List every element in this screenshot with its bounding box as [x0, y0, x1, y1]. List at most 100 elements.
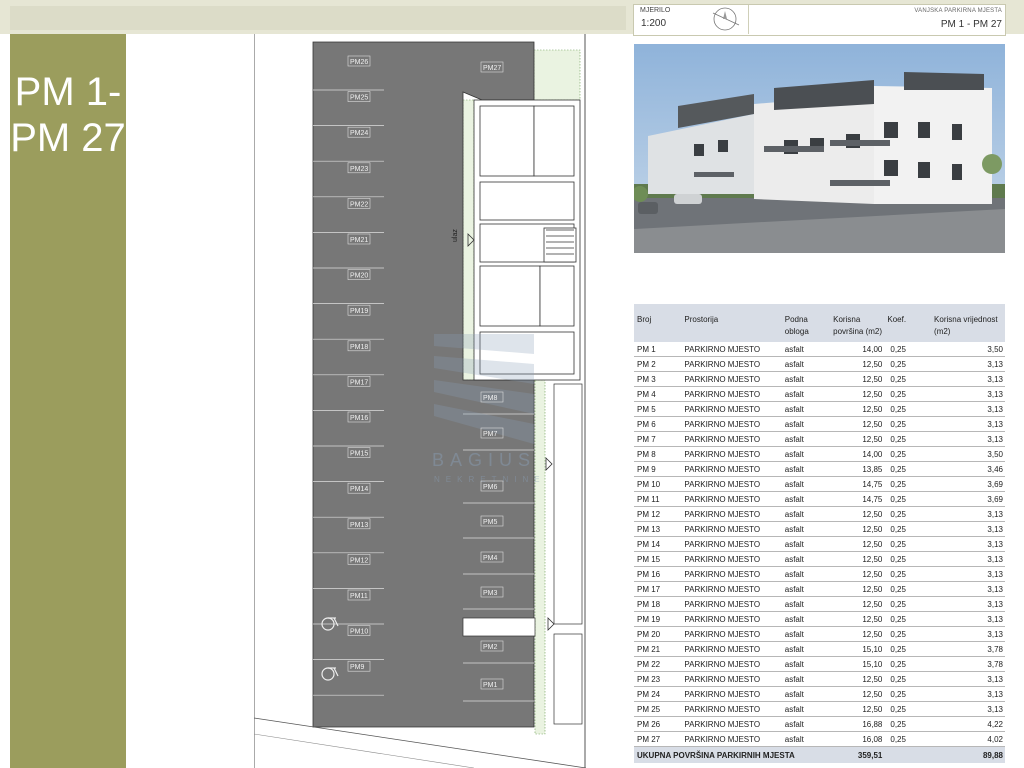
- table-row: PM 22 PARKIRNO MJESTO asfalt 15,10 0,25 3,78: [634, 656, 1005, 672]
- cell-korisna-povrsina: 16,08: [830, 731, 885, 747]
- cell-podna-obloga: asfalt: [781, 566, 831, 582]
- cell-prostorija: PARKIRNO MJESTO: [681, 476, 782, 492]
- cell-prostorija: PARKIRNO MJESTO: [681, 401, 782, 417]
- cell-broj: PM 7: [634, 431, 682, 447]
- cell-podna-obloga: asfalt: [781, 446, 831, 462]
- building-render-image: [634, 44, 1005, 253]
- stall-label: PM18: [350, 344, 368, 351]
- cell-prostorija: PARKIRNO MJESTO: [681, 371, 782, 387]
- cell-podna-obloga: asfalt: [781, 491, 831, 507]
- cell-koef: 0,25: [884, 371, 932, 387]
- cell-broj: PM 15: [634, 551, 682, 567]
- cell-podna-obloga: asfalt: [781, 581, 831, 597]
- cell-korisna-vrijednost: 3,69: [931, 476, 1005, 492]
- cell-broj: PM 3: [634, 371, 682, 387]
- cell-koef: 0,25: [884, 431, 932, 447]
- cell-broj: PM 16: [634, 566, 682, 582]
- table-row: PM 11 PARKIRNO MJESTO asfalt 14,75 0,25 3,69: [634, 491, 1005, 507]
- table-row: PM 14 PARKIRNO MJESTO asfalt 12,50 0,25 3,13: [634, 536, 1005, 552]
- site-plan: BAGIUS NEKRETNINE ulaz PM26 PM25 PM24 PM23 P…: [254, 34, 586, 768]
- cell-koef: 0,25: [884, 416, 932, 432]
- cell-prostorija: PARKIRNO MJESTO: [681, 731, 782, 747]
- cell-korisna-vrijednost: 3,13: [931, 521, 1005, 537]
- stall-label: PM22: [350, 201, 368, 208]
- cell-korisna-povrsina: 12,50: [830, 536, 885, 552]
- cell-korisna-povrsina: 12,50: [830, 431, 885, 447]
- cell-koef: 0,25: [884, 342, 932, 357]
- table-row: PM 10 PARKIRNO MJESTO asfalt 14,75 0,25 3,69: [634, 476, 1005, 492]
- cell-korisna-vrijednost: 4,22: [931, 716, 1005, 732]
- cell-podna-obloga: asfalt: [781, 461, 831, 477]
- table-row: PM 3 PARKIRNO MJESTO asfalt 12,50 0,25 3,13: [634, 371, 1005, 387]
- table-row: PM 16 PARKIRNO MJESTO asfalt 12,50 0,25 3,13: [634, 566, 1005, 582]
- cell-korisna-povrsina: 12,50: [830, 566, 885, 582]
- cell-koef: 0,25: [884, 731, 932, 747]
- cell-broj: PM 19: [634, 611, 682, 627]
- cell-broj: PM 22: [634, 656, 682, 672]
- cell-koef: 0,25: [884, 671, 932, 687]
- stall-label: PM4: [483, 555, 498, 562]
- table-row: PM 21 PARKIRNO MJESTO asfalt 15,10 0,25 3,78: [634, 641, 1005, 657]
- cell-podna-obloga: asfalt: [781, 551, 831, 567]
- sheet-value: PM 1 - PM 27: [940, 19, 1002, 30]
- col-header-korisna-vrijednost: Korisna vrijednost (m2): [931, 304, 1005, 342]
- side-banner: PM 1- PM 27: [10, 34, 126, 768]
- cell-korisna-vrijednost: 3,13: [931, 626, 1005, 642]
- cell-korisna-povrsina: 15,10: [830, 641, 885, 657]
- cell-prostorija: PARKIRNO MJESTO: [681, 701, 782, 717]
- cell-korisna-vrijednost: 3,13: [931, 416, 1005, 432]
- cell-broj: PM 25: [634, 701, 682, 717]
- cell-koef: 0,25: [884, 596, 932, 612]
- cell-korisna-povrsina: 14,75: [830, 491, 885, 507]
- cell-podna-obloga: asfalt: [781, 521, 831, 537]
- cell-broj: PM 21: [634, 641, 682, 657]
- cell-koef: 0,25: [884, 701, 932, 717]
- cell-korisna-vrijednost: 3,13: [931, 581, 1005, 597]
- cell-korisna-povrsina: 16,88: [830, 716, 885, 732]
- cell-prostorija: PARKIRNO MJESTO: [681, 536, 782, 552]
- site-plan-drawing: BAGIUS NEKRETNINE ulaz PM26 PM25 PM24 PM23 P…: [254, 34, 586, 768]
- cell-podna-obloga: asfalt: [781, 386, 831, 402]
- table-row: PM 25 PARKIRNO MJESTO asfalt 12,50 0,25 3,13: [634, 701, 1005, 717]
- cell-korisna-vrijednost: 3,13: [931, 431, 1005, 447]
- stall-label: PM1: [483, 682, 498, 689]
- cell-broj: PM 14: [634, 536, 682, 552]
- cell-podna-obloga: asfalt: [781, 371, 831, 387]
- side-banner-title: PM 1- PM 27: [10, 69, 126, 161]
- cell-broj: PM 23: [634, 671, 682, 687]
- cell-korisna-vrijednost: 3,50: [931, 446, 1005, 462]
- cell-korisna-povrsina: 12,50: [830, 626, 885, 642]
- hedge-strip: [533, 49, 581, 101]
- cell-podna-obloga: asfalt: [781, 656, 831, 672]
- cell-koef: 0,25: [884, 476, 932, 492]
- cell-koef: 0,25: [884, 611, 932, 627]
- cell-korisna-povrsina: 12,50: [830, 416, 885, 432]
- cell-korisna-vrijednost: 3,13: [931, 566, 1005, 582]
- cell-korisna-povrsina: 13,85: [830, 461, 885, 477]
- stall-label: PM5: [483, 519, 498, 526]
- sheet-label: VANJSKA PARKIRNA MJESTA: [914, 8, 1002, 14]
- table-row: PM 4 PARKIRNO MJESTO asfalt 12,50 0,25 3,13: [634, 386, 1005, 402]
- table-row: PM 6 PARKIRNO MJESTO asfalt 12,50 0,25 3,13: [634, 416, 1005, 432]
- stall-label: PM12: [350, 557, 368, 564]
- total-value: 89,88: [931, 746, 1005, 763]
- cell-korisna-povrsina: 14,75: [830, 476, 885, 492]
- hedge-strip: [534, 379, 546, 735]
- cell-broj: PM 27: [634, 731, 682, 747]
- total-spacer: [884, 746, 932, 763]
- cell-broj: PM 17: [634, 581, 682, 597]
- cell-koef: 0,25: [884, 551, 932, 567]
- cell-podna-obloga: asfalt: [781, 342, 831, 357]
- cell-korisna-vrijednost: 3,13: [931, 596, 1005, 612]
- col-header-broj: Broj: [634, 304, 682, 342]
- cell-koef: 0,25: [884, 686, 932, 702]
- cell-korisna-vrijednost: 3,13: [931, 386, 1005, 402]
- cell-broj: PM 13: [634, 521, 682, 537]
- stall-label: PM6: [483, 484, 498, 491]
- cell-broj: PM 2: [634, 356, 682, 372]
- cell-podna-obloga: asfalt: [781, 611, 831, 627]
- cell-broj: PM 10: [634, 476, 682, 492]
- cell-koef: 0,25: [884, 566, 932, 582]
- cell-prostorija: PARKIRNO MJESTO: [681, 491, 782, 507]
- cell-podna-obloga: asfalt: [781, 536, 831, 552]
